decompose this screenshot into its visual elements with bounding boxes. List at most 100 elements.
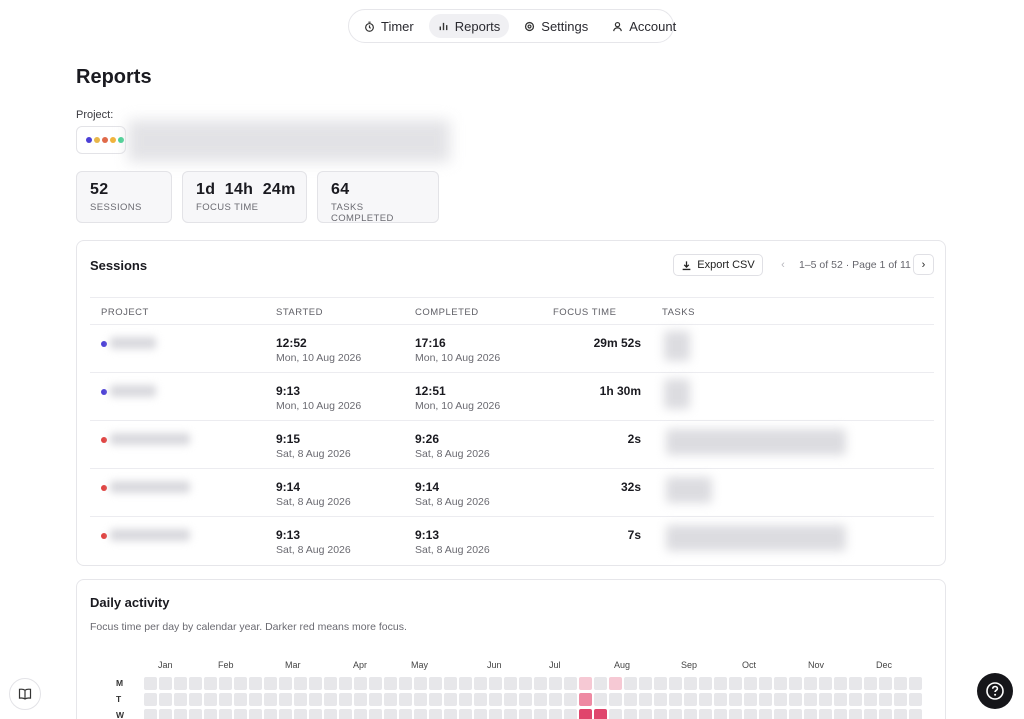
heatmap-cell[interactable] xyxy=(684,693,697,706)
heatmap-cell[interactable] xyxy=(744,677,757,690)
heatmap-cell[interactable] xyxy=(579,693,592,706)
heatmap-cell[interactable] xyxy=(654,693,667,706)
heatmap-cell[interactable] xyxy=(444,709,457,719)
heatmap-cell[interactable] xyxy=(489,693,502,706)
heatmap-cell[interactable] xyxy=(249,693,262,706)
heatmap-cell[interactable] xyxy=(399,709,412,719)
heatmap-cell[interactable] xyxy=(819,709,832,719)
nav-tab-timer[interactable]: Timer xyxy=(355,14,423,38)
heatmap-cell[interactable] xyxy=(804,709,817,719)
table-row[interactable]: 12:52 Mon, 10 Aug 2026 17:16 Mon, 10 Aug… xyxy=(90,325,934,373)
heatmap-cell[interactable] xyxy=(354,709,367,719)
heatmap-cell[interactable] xyxy=(594,693,607,706)
heatmap-cell[interactable] xyxy=(564,677,577,690)
nav-tab-settings[interactable]: Settings xyxy=(515,14,597,38)
heatmap-cell[interactable] xyxy=(174,709,187,719)
heatmap-cell[interactable] xyxy=(189,693,202,706)
heatmap-cell[interactable] xyxy=(849,693,862,706)
heatmap-cell[interactable] xyxy=(624,677,637,690)
heatmap-cell[interactable] xyxy=(894,693,907,706)
heatmap-cell[interactable] xyxy=(699,709,712,719)
heatmap-cell[interactable] xyxy=(234,709,247,719)
heatmap-cell[interactable] xyxy=(819,677,832,690)
heatmap-cell[interactable] xyxy=(699,693,712,706)
heatmap-cell[interactable] xyxy=(624,709,637,719)
heatmap-cell[interactable] xyxy=(489,709,502,719)
heatmap-cell[interactable] xyxy=(204,693,217,706)
heatmap-cell[interactable] xyxy=(189,677,202,690)
project-select[interactable] xyxy=(76,126,126,154)
heatmap-cell[interactable] xyxy=(459,693,472,706)
heatmap-cell[interactable] xyxy=(879,693,892,706)
heatmap-cell[interactable] xyxy=(339,693,352,706)
heatmap-cell[interactable] xyxy=(279,709,292,719)
heatmap-cell[interactable] xyxy=(804,693,817,706)
heatmap-cell[interactable] xyxy=(594,709,607,719)
heatmap-cell[interactable] xyxy=(249,677,262,690)
heatmap-cell[interactable] xyxy=(264,677,277,690)
heatmap-cell[interactable] xyxy=(144,693,157,706)
heatmap-cell[interactable] xyxy=(159,709,172,719)
heatmap-cell[interactable] xyxy=(474,709,487,719)
heatmap-cell[interactable] xyxy=(399,677,412,690)
heatmap-cell[interactable] xyxy=(789,709,802,719)
heatmap-cell[interactable] xyxy=(909,677,922,690)
export-csv-button[interactable]: Export CSV xyxy=(673,254,763,276)
heatmap-cell[interactable] xyxy=(774,677,787,690)
heatmap-cell[interactable] xyxy=(489,677,502,690)
heatmap-cell[interactable] xyxy=(849,709,862,719)
heatmap-cell[interactable] xyxy=(189,709,202,719)
nav-tab-account[interactable]: Account xyxy=(603,14,685,38)
pager-next-button[interactable]: › xyxy=(913,254,934,275)
heatmap-cell[interactable] xyxy=(294,677,307,690)
heatmap-cell[interactable] xyxy=(789,677,802,690)
heatmap-cell[interactable] xyxy=(219,677,232,690)
heatmap-cell[interactable] xyxy=(279,677,292,690)
heatmap-cell[interactable] xyxy=(144,677,157,690)
heatmap-cell[interactable] xyxy=(414,677,427,690)
heatmap-cell[interactable] xyxy=(264,693,277,706)
heatmap-cell[interactable] xyxy=(504,693,517,706)
heatmap-cell[interactable] xyxy=(654,677,667,690)
heatmap-cell[interactable] xyxy=(204,677,217,690)
heatmap-cell[interactable] xyxy=(879,677,892,690)
heatmap-cell[interactable] xyxy=(729,677,742,690)
heatmap-cell[interactable] xyxy=(444,677,457,690)
heatmap-cell[interactable] xyxy=(444,693,457,706)
heatmap-cell[interactable] xyxy=(159,677,172,690)
heatmap-cell[interactable] xyxy=(684,709,697,719)
heatmap-cell[interactable] xyxy=(834,709,847,719)
heatmap-cell[interactable] xyxy=(414,709,427,719)
heatmap-cell[interactable] xyxy=(294,709,307,719)
heatmap-cell[interactable] xyxy=(639,677,652,690)
table-row[interactable]: 9:14 Sat, 8 Aug 2026 9:14 Sat, 8 Aug 202… xyxy=(90,469,934,517)
heatmap-cell[interactable] xyxy=(669,677,682,690)
heatmap-cell[interactable] xyxy=(339,677,352,690)
pager-prev-button[interactable]: ‹ xyxy=(774,254,792,276)
heatmap-cell[interactable] xyxy=(624,693,637,706)
heatmap-cell[interactable] xyxy=(864,709,877,719)
heatmap-cell[interactable] xyxy=(699,677,712,690)
heatmap-cell[interactable] xyxy=(774,709,787,719)
heatmap-cell[interactable] xyxy=(849,677,862,690)
heatmap-cell[interactable] xyxy=(429,693,442,706)
heatmap-cell[interactable] xyxy=(564,709,577,719)
heatmap-cell[interactable] xyxy=(684,677,697,690)
heatmap-cell[interactable] xyxy=(414,693,427,706)
heatmap-cell[interactable] xyxy=(324,677,337,690)
heatmap-cell[interactable] xyxy=(339,709,352,719)
table-row[interactable]: 9:15 Sat, 8 Aug 2026 9:26 Sat, 8 Aug 202… xyxy=(90,421,934,469)
heatmap-cell[interactable] xyxy=(369,677,382,690)
heatmap-cell[interactable] xyxy=(549,677,562,690)
docs-button[interactable] xyxy=(9,678,41,710)
heatmap-cell[interactable] xyxy=(219,709,232,719)
heatmap-cell[interactable] xyxy=(309,693,322,706)
heatmap-cell[interactable] xyxy=(714,709,727,719)
heatmap-cell[interactable] xyxy=(759,709,772,719)
heatmap-cell[interactable] xyxy=(264,709,277,719)
heatmap-cell[interactable] xyxy=(864,677,877,690)
heatmap-cell[interactable] xyxy=(534,709,547,719)
heatmap-cell[interactable] xyxy=(714,677,727,690)
heatmap-cell[interactable] xyxy=(399,693,412,706)
table-row[interactable]: 9:13 Mon, 10 Aug 2026 12:51 Mon, 10 Aug … xyxy=(90,373,934,421)
